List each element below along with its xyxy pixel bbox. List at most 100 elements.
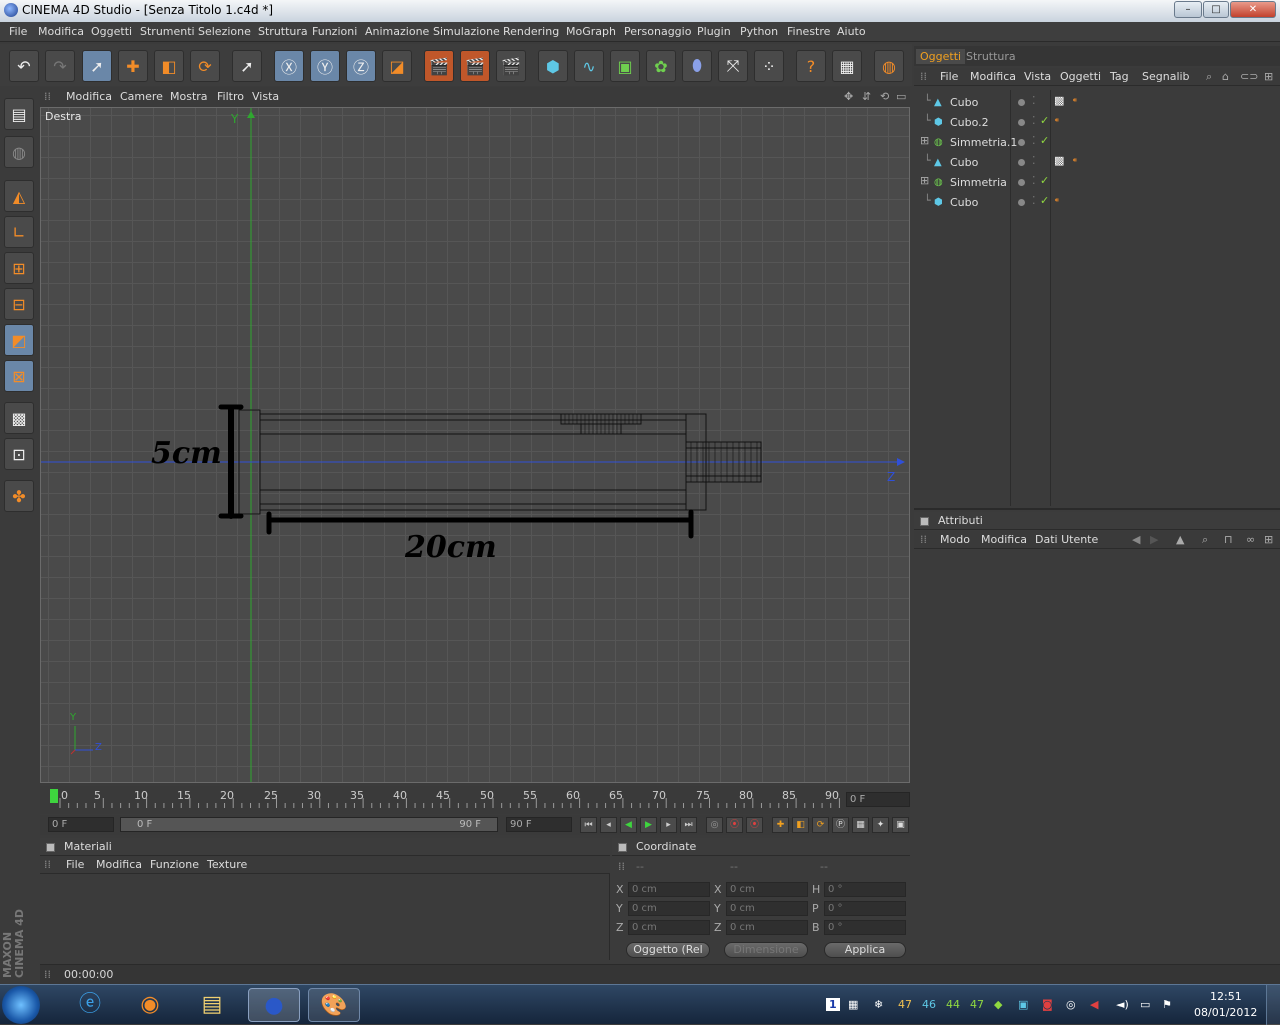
prev-key-icon[interactable]: ◂ [600, 817, 617, 833]
viewport-menu-modifica[interactable]: Modifica [66, 90, 112, 103]
object-menu-tag[interactable]: Tag [1110, 70, 1129, 83]
enabled-check-icon[interactable]: ✓ [1040, 174, 1049, 187]
object-axis-icon[interactable]: ∟ [4, 216, 34, 248]
menu-modifica[interactable]: Modifica [38, 25, 84, 38]
render-dots[interactable]: ⁚ [1032, 194, 1036, 207]
object-menu-vista[interactable]: Vista [1024, 70, 1051, 83]
autokey-icon[interactable]: ⦿ [746, 817, 763, 833]
rot-b-field[interactable]: 0 ° [824, 920, 906, 935]
key-param-icon[interactable]: Ⓟ [832, 817, 849, 833]
enabled-check-icon[interactable]: ✓ [1040, 194, 1049, 207]
alert-icon[interactable]: ◀ [1090, 998, 1098, 1011]
spline-icon[interactable]: ∿ [574, 50, 604, 82]
viewport-layout-icon[interactable]: ▤ [4, 98, 34, 130]
webcam-icon[interactable]: ◎ [1066, 998, 1076, 1011]
axis-y-lock-icon[interactable]: Ⓨ [310, 50, 340, 82]
timeline-playhead[interactable] [50, 789, 58, 803]
rot-p-field[interactable]: 0 ° [824, 901, 906, 916]
polygons-mode-icon[interactable]: ◩ [4, 324, 34, 356]
object-menu-modifica[interactable]: Modifica [970, 70, 1016, 83]
pos-x-field[interactable]: 0 cm [628, 882, 710, 897]
cube-primitive-icon[interactable]: ⬢ [538, 50, 568, 82]
antivirus-icon[interactable]: ◙ [1042, 998, 1053, 1011]
menu-python[interactable]: Python [740, 25, 778, 38]
visibility-dot[interactable] [1018, 99, 1025, 106]
deformer-icon[interactable]: ⬮ [682, 50, 712, 82]
close-button[interactable]: ✕ [1230, 1, 1276, 18]
menu-selezione[interactable]: Selezione [198, 25, 251, 38]
axis-x-lock-icon[interactable]: Ⓧ [274, 50, 304, 82]
search-icon[interactable]: ⌕ [1202, 533, 1208, 547]
network-icon[interactable]: ▭ [1140, 998, 1150, 1011]
viewport-menu-vista[interactable]: Vista [252, 90, 279, 103]
object-menu-oggetti[interactable]: Oggetti [1060, 70, 1101, 83]
texture-tag-icon[interactable]: ▩ [1054, 154, 1064, 167]
menu-personaggio[interactable]: Personaggio [624, 25, 691, 38]
snap-icon[interactable]: ⊡ [4, 438, 34, 470]
viewport-menu-mostra[interactable]: Mostra [170, 90, 208, 103]
key-settings-icon[interactable]: ✦ [872, 817, 889, 833]
redo-icon[interactable]: ↷ [45, 50, 75, 82]
help-icon[interactable]: ? [796, 50, 826, 82]
menu-oggetti[interactable]: Oggetti [91, 25, 132, 38]
nvidia-icon[interactable]: ◆ [994, 998, 1002, 1011]
action-center-icon[interactable]: ⚑ [1162, 998, 1172, 1011]
points-mode-icon[interactable]: ⊞ [4, 252, 34, 284]
render-dots[interactable]: ⁚ [1032, 154, 1036, 167]
show-desktop-button[interactable] [1266, 985, 1280, 1025]
attributes-menu-modifica[interactable]: Modifica [981, 533, 1027, 546]
viewport-maximize-icon[interactable]: ▭ [896, 90, 906, 103]
last-tool-icon[interactable]: ➚ [232, 50, 262, 82]
menu-mograph[interactable]: MoGraph [566, 25, 616, 38]
viewport-right[interactable]: Destra Y Z Y Z 5cm 20cm [40, 107, 910, 783]
cpu-icon[interactable]: ❄ [874, 998, 883, 1011]
frame-range-slider[interactable]: 0 F 90 F [120, 817, 498, 832]
render-picture-viewer-icon[interactable]: 🎬 [460, 50, 490, 82]
forward-arrow-icon[interactable]: ▶ [1150, 533, 1158, 546]
render-dots[interactable]: ⁚ [1032, 174, 1036, 187]
viewport-menu-camere[interactable]: Camere [120, 90, 163, 103]
size-z-field[interactable]: 0 cm [726, 920, 808, 935]
back-arrow-icon[interactable]: ◀ [1132, 533, 1140, 546]
play-reverse-icon[interactable]: ◀ [620, 817, 637, 833]
materials-menu-funzione[interactable]: Funzione [150, 858, 199, 871]
menu-struttura[interactable]: Struttura [258, 25, 308, 38]
sculpt-icon[interactable]: ✤ [4, 480, 34, 512]
cinema4d-taskbar-icon[interactable]: ● [248, 988, 300, 1022]
attributes-menu-dati-utente[interactable]: Dati Utente [1035, 533, 1098, 546]
expand-icon[interactable]: ⊞ [920, 174, 929, 187]
materials-menu-modifica[interactable]: Modifica [96, 858, 142, 871]
firefox-icon[interactable]: ◉ [124, 988, 176, 1022]
end-frame-field[interactable]: 90 F [506, 817, 572, 832]
coordinate-system-icon[interactable]: ◪ [382, 50, 412, 82]
phong-tag-icon[interactable]: ⁌ [1054, 114, 1060, 127]
live-selection-icon[interactable]: ➚ [82, 50, 112, 82]
start-frame-field[interactable]: 0 F [48, 817, 114, 832]
key-scale-icon[interactable]: ◧ [792, 817, 809, 833]
monitor-icon[interactable]: ▣ [1018, 998, 1028, 1011]
render-settings-icon[interactable]: 🎬 [496, 50, 526, 82]
up-arrow-icon[interactable]: ▲ [1176, 533, 1184, 546]
list-item[interactable]: ⊞ ◍ Simmetria.1 ⁚ ✓ [914, 132, 1280, 152]
language-indicator[interactable]: 1 [826, 998, 840, 1011]
texture-mode-icon[interactable]: ⊠ [4, 360, 34, 392]
lock-icon[interactable]: ⊓ [1224, 533, 1233, 546]
volume-icon[interactable]: ◄) [1116, 998, 1129, 1011]
scale-icon[interactable]: ◧ [154, 50, 184, 82]
internet-icon[interactable]: ◍ [874, 50, 904, 82]
menu-file[interactable]: File [9, 25, 27, 38]
menu-animazione[interactable]: Animazione [365, 25, 429, 38]
phong-tag-icon[interactable]: ⁌ [1072, 154, 1078, 167]
menu-plugin[interactable]: Plugin [697, 25, 731, 38]
visibility-dot[interactable] [1018, 119, 1025, 126]
current-frame-field[interactable]: 0 F [846, 792, 910, 807]
goto-start-icon[interactable]: ⏮ [580, 817, 597, 833]
timeline-ruler[interactable]: 0 F [40, 786, 910, 814]
list-item[interactable]: └ ▲ Cubo ⁚ ▩ ⁌ [914, 152, 1280, 172]
rot-h-field[interactable]: 0 ° [824, 882, 906, 897]
menu-simulazione[interactable]: Simulazione [433, 25, 500, 38]
object-menu-segnalib[interactable]: Segnalib [1142, 70, 1190, 83]
list-item[interactable]: └ ▲ Cubo ⁚ ▩ ⁌ [914, 92, 1280, 112]
pos-y-field[interactable]: 0 cm [628, 901, 710, 916]
timeline-window-icon[interactable]: ▣ [892, 817, 909, 833]
